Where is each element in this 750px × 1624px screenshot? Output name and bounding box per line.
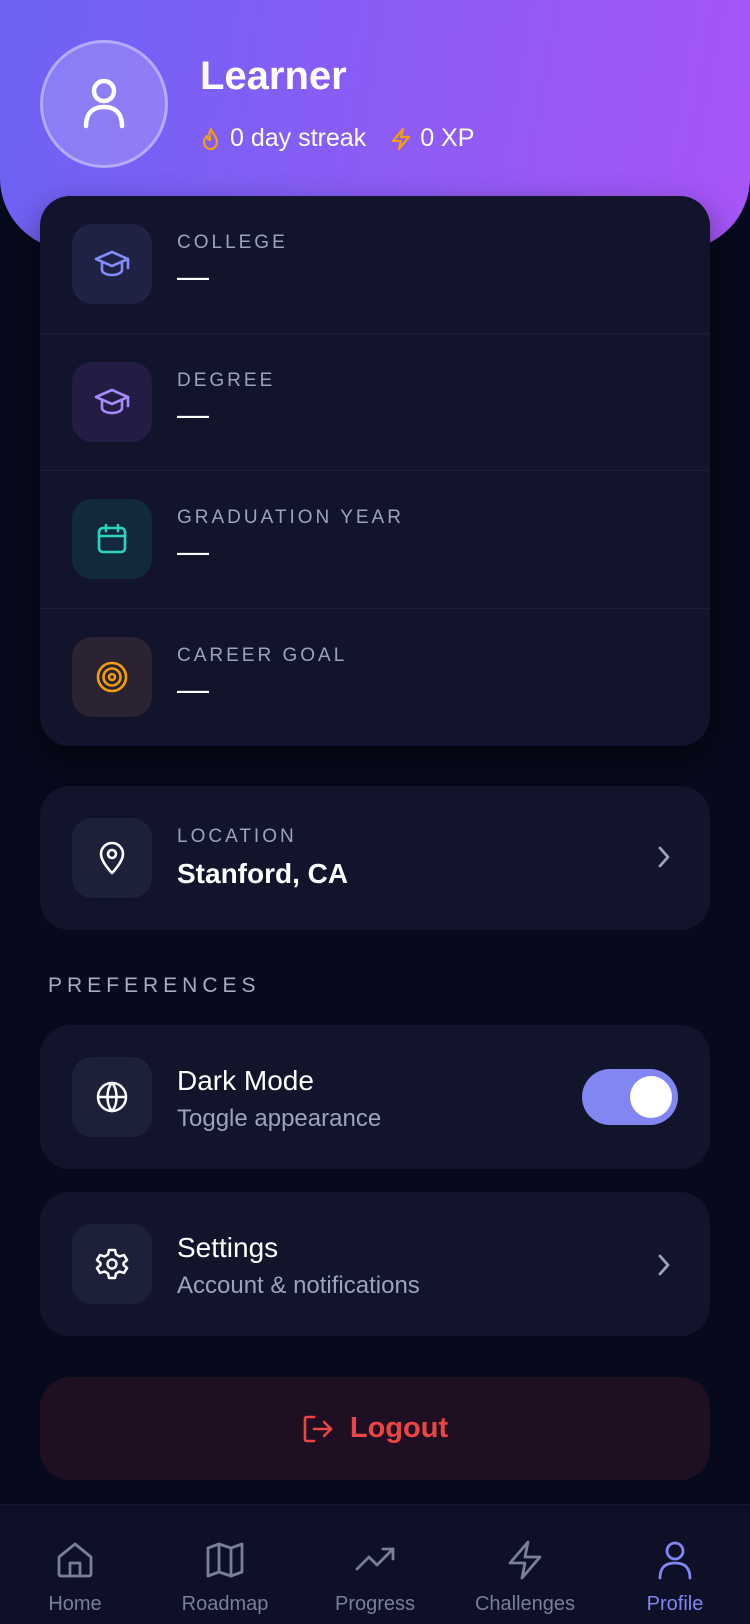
gear-icon xyxy=(95,1248,129,1280)
graduation-cap-icon xyxy=(94,250,130,277)
profile-info-card: COLLEGE — DEGREE — GRADUATION YEAR — CAR… xyxy=(40,196,710,746)
flame-icon xyxy=(202,127,219,150)
user-name: Learner xyxy=(200,54,347,98)
trending-up-icon xyxy=(355,1547,395,1571)
globe-icon xyxy=(96,1081,128,1113)
avatar[interactable] xyxy=(40,40,168,168)
graduation-year-icon-box xyxy=(72,499,152,579)
location-value: Stanford, CA xyxy=(177,858,349,889)
chevron-right-icon xyxy=(658,1254,670,1276)
college-label: COLLEGE xyxy=(177,232,288,253)
location-card[interactable]: LOCATION Stanford, CA xyxy=(40,786,710,930)
career-goal-value: — xyxy=(177,670,209,707)
settings-card[interactable]: Settings Account & notifications xyxy=(40,1192,710,1336)
nav-item-home[interactable]: Home xyxy=(0,1505,150,1624)
nav-label-roadmap: Roadmap xyxy=(181,1593,269,1615)
settings-subtitle: Account & notifications xyxy=(177,1272,420,1299)
career-goal-label: CAREER GOAL xyxy=(177,644,348,666)
chevron-right-icon xyxy=(658,846,670,868)
dark-mode-title: Dark Mode xyxy=(177,1065,314,1096)
degree-value: — xyxy=(177,395,209,432)
nav-item-roadmap[interactable]: Roadmap xyxy=(150,1505,300,1624)
logout-label: Logout xyxy=(349,1412,449,1444)
nav-label-home: Home xyxy=(48,1593,102,1615)
nav-label-profile: Profile xyxy=(646,1593,704,1615)
dark-mode-card: Dark Mode Toggle appearance xyxy=(40,1025,710,1169)
xp-stat: 0 XP xyxy=(390,124,474,153)
toggle-knob xyxy=(630,1076,672,1118)
home-icon xyxy=(57,1542,93,1578)
lightning-icon xyxy=(392,127,411,150)
map-pin-icon xyxy=(99,841,125,875)
graduation-year-label: GRADUATION YEAR xyxy=(177,507,404,528)
nav-item-progress[interactable]: Progress xyxy=(300,1505,450,1624)
preferences-section-title: PREFERENCES xyxy=(48,974,261,997)
settings-title: Settings xyxy=(177,1232,279,1263)
calendar-icon xyxy=(97,523,127,554)
nav-item-profile[interactable]: Profile xyxy=(600,1505,750,1624)
college-icon-box xyxy=(72,224,152,304)
degree-label: DEGREE xyxy=(177,369,276,391)
dark-mode-icon-box xyxy=(72,1057,152,1137)
graduation-year-value: — xyxy=(177,533,209,569)
location-label: LOCATION xyxy=(177,826,297,847)
info-row-career-goal[interactable]: CAREER GOAL — xyxy=(40,609,710,747)
logout-icon xyxy=(303,1415,333,1442)
user-icon xyxy=(83,78,125,129)
settings-icon-box xyxy=(72,1224,152,1304)
logout-button[interactable]: Logout xyxy=(40,1377,710,1480)
nav-item-challenges[interactable]: Challenges xyxy=(450,1505,600,1624)
nav-label-challenges: Challenges xyxy=(474,1593,576,1615)
info-row-degree[interactable]: DEGREE — xyxy=(40,334,710,471)
graduation-cap-icon xyxy=(94,388,130,414)
streak-label: 0 day streak xyxy=(230,124,367,152)
user-stats: 0 day streak 0 XP xyxy=(200,124,498,153)
user-icon xyxy=(658,1541,692,1580)
info-row-graduation-year[interactable]: GRADUATION YEAR — xyxy=(40,471,710,609)
career-goal-icon-box xyxy=(72,636,152,717)
bottom-nav: Home Roadmap Progress Challenges Profile xyxy=(0,1504,750,1624)
degree-icon-box xyxy=(72,361,152,442)
location-icon-box xyxy=(72,818,152,898)
streak-stat: 0 day streak xyxy=(200,124,366,153)
xp-label: 0 XP xyxy=(420,124,475,152)
nav-label-progress: Progress xyxy=(334,1593,416,1615)
lightning-icon xyxy=(508,1540,542,1580)
target-icon xyxy=(96,661,128,692)
college-value: — xyxy=(177,258,209,294)
dark-mode-subtitle: Toggle appearance xyxy=(177,1105,382,1132)
dark-mode-toggle[interactable] xyxy=(582,1069,678,1125)
map-icon xyxy=(206,1542,244,1578)
info-row-college[interactable]: COLLEGE — xyxy=(40,196,710,334)
